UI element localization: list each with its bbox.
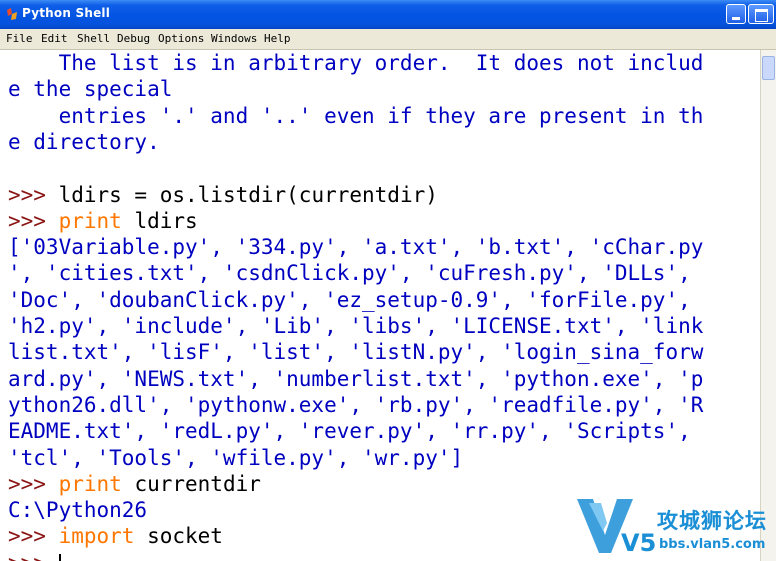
menu-edit[interactable]: Edit xyxy=(41,32,68,45)
vertical-scrollbar[interactable] xyxy=(760,50,776,561)
shell-code: currentdir xyxy=(121,471,261,496)
window-title: Python Shell xyxy=(22,6,111,20)
menu-windows[interactable]: Windows xyxy=(211,32,257,45)
shell-output: C:\Python26 xyxy=(8,498,148,523)
shell-line: ['03Variable.py', '334.py', 'a.txt', 'b.… xyxy=(8,234,703,260)
shell-keyword: print xyxy=(58,208,122,233)
shell-output: e the special xyxy=(8,77,173,102)
shell-prompt: >>> xyxy=(8,524,59,549)
shell-keyword: print xyxy=(58,471,122,496)
shell-line: >>> ldirs = os.listdir(currentdir) xyxy=(8,182,438,208)
menu-bar: File Edit Shell Debug Options Windows He… xyxy=(0,29,776,50)
python-icon xyxy=(7,8,17,20)
shell-output: 'h2.py', 'include', 'Lib', 'libs', 'LICE… xyxy=(8,314,704,338)
shell-output: The list is in arbitrary order. It does … xyxy=(8,51,704,75)
menu-options[interactable]: Options xyxy=(158,32,204,45)
shell-line: e directory. xyxy=(8,129,160,155)
shell-prompt: >>> xyxy=(8,471,59,496)
shell-line: list.txt', 'lisF', 'list', 'listN.py', '… xyxy=(8,339,703,365)
shell-line: EADME.txt', 'redL.py', 'rever.py', 'rr.p… xyxy=(8,418,691,444)
shell-prompt: >>> xyxy=(8,208,59,233)
watermark-url: bbs.vlan5.com xyxy=(659,537,766,552)
title-bar[interactable]: Python Shell xyxy=(0,0,776,29)
shell-line: entries '.' and '..' even if they are pr… xyxy=(8,103,704,129)
shell-line: ython26.dll', 'pythonw.exe', 'rb.py', 'r… xyxy=(8,392,703,418)
shell-code: ldirs = os.listdir(currentdir) xyxy=(58,182,438,207)
shell-output: 'Doc', 'doubanClick.py', 'ez_setup-0.9',… xyxy=(8,287,691,312)
shell-line: >>> xyxy=(8,550,61,561)
shell-output: ython26.dll', 'pythonw.exe', 'rb.py', 'r… xyxy=(8,392,704,417)
shell-output: ard.py', 'NEWS.txt', 'numberlist.txt', '… xyxy=(8,366,704,391)
shell-line: e the special xyxy=(8,76,172,102)
menu-help[interactable]: Help xyxy=(264,32,291,45)
shell-output: 'tcl', 'Tools', 'wfile.py', 'wr.py'] xyxy=(8,445,464,470)
shell-output: ', 'cities.txt', 'csdnClick.py', 'cuFres… xyxy=(8,261,691,286)
maximize-button[interactable] xyxy=(748,4,774,24)
shell-line: C:\Python26 xyxy=(8,497,147,523)
scrollbar-thumb[interactable] xyxy=(762,56,775,80)
shell-line: The list is in arbitrary order. It does … xyxy=(8,50,704,76)
shell-line: ard.py', 'NEWS.txt', 'numberlist.txt', '… xyxy=(8,366,703,392)
shell-output: EADME.txt', 'redL.py', 'rever.py', 'rr.p… xyxy=(8,419,691,444)
shell-line: >>> print currentdir xyxy=(8,471,261,497)
watermark-logo-text: V5 xyxy=(621,529,655,557)
watermark: V5 攻城狮论坛 bbs.vlan5.com xyxy=(575,495,775,557)
shell-line: >>> import socket xyxy=(8,523,223,549)
shell-text-area[interactable]: The list is in arbitrary order. It does … xyxy=(0,50,760,561)
shell-line: >>> print ldirs xyxy=(8,208,198,234)
shell-line: 'h2.py', 'include', 'Lib', 'libs', 'LICE… xyxy=(8,313,703,339)
v5-logo-icon: V5 xyxy=(577,499,656,557)
shell-output: list.txt', 'lisF', 'list', 'listN.py', '… xyxy=(8,340,704,365)
shell-line: ', 'cities.txt', 'csdnClick.py', 'cuFres… xyxy=(8,260,691,286)
minimize-button[interactable] xyxy=(726,4,746,24)
shell-output: ['03Variable.py', '334.py', 'a.txt', 'b.… xyxy=(8,235,704,260)
shell-prompt: >>> xyxy=(8,551,59,561)
shell-prompt: >>> xyxy=(8,182,59,207)
watermark-name: 攻城狮论坛 xyxy=(657,509,767,533)
shell-line: 'tcl', 'Tools', 'wfile.py', 'wr.py'] xyxy=(8,445,463,471)
shell-code: ldirs xyxy=(121,208,198,233)
menu-shell[interactable]: Shell xyxy=(77,32,110,45)
shell-line: 'Doc', 'doubanClick.py', 'ez_setup-0.9',… xyxy=(8,287,691,313)
shell-output: entries '.' and '..' even if they are pr… xyxy=(8,103,704,128)
text-cursor xyxy=(58,553,61,561)
shell-keyword: import xyxy=(58,524,135,549)
shell-output: e directory. xyxy=(8,129,160,154)
shell-code: socket xyxy=(134,524,223,549)
menu-debug[interactable]: Debug xyxy=(117,32,150,45)
menu-file[interactable]: File xyxy=(6,32,33,45)
